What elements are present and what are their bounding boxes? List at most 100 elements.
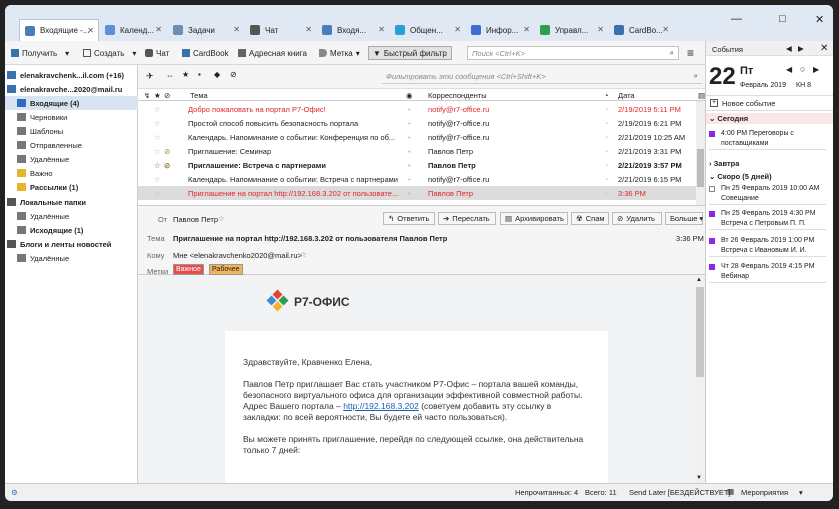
tab-2[interactable]: Задачи ✕ — [168, 19, 244, 41]
tomorrow-label[interactable]: › Завтра — [709, 159, 739, 168]
folder-item-13[interactable]: Удалённые — [5, 251, 138, 265]
junk-icon[interactable]: ◔ — [604, 133, 609, 142]
list-scrollbar[interactable] — [696, 101, 705, 205]
close-tab-icon[interactable]: ✕ — [597, 25, 604, 34]
thread-column-icon[interactable]: ↯ — [144, 91, 150, 100]
scroll-thumb[interactable] — [697, 149, 704, 187]
attachment-icon[interactable]: ⊘ — [230, 70, 237, 79]
chat-button[interactable]: Чат — [145, 46, 169, 60]
star-icon[interactable]: ☆ — [218, 214, 225, 223]
junk-icon[interactable]: ◔ — [604, 119, 609, 128]
to-value[interactable]: Мне <elenakravchenko2020@mail.ru> — [173, 251, 302, 260]
tab-7[interactable]: Управл... ✕ — [535, 19, 608, 41]
message-row[interactable]: ☆ Приглашение на портал http://192.168.3.… — [138, 186, 705, 200]
message-row[interactable]: ☆ ⊘ Приглашение: Семинар • Павлов Петр ◔ 2/21/… — [138, 144, 705, 158]
correspondent-column[interactable]: Корреспонденты — [428, 91, 487, 100]
attachment-column-icon[interactable]: ⊘ — [164, 91, 170, 100]
star-column-icon[interactable]: ★ — [154, 91, 161, 100]
folder-item-5[interactable]: Отправленные — [5, 138, 138, 152]
junk-icon[interactable]: ◔ — [604, 189, 609, 198]
star-icon[interactable]: ☆ — [154, 105, 161, 114]
event-item[interactable]: Чт 28 Февраль 2019 4:15 PM Вебинар — [709, 262, 826, 283]
folder-item-1[interactable]: elenakravche...2020@mail.ru — [5, 82, 138, 96]
folder-item-10[interactable]: Удалённые — [5, 209, 138, 223]
next-icon[interactable]: ▶ — [798, 44, 804, 53]
portal-link[interactable]: http://192.168.3.202 — [343, 401, 419, 411]
compose-button[interactable]: Создать ▾ — [83, 46, 136, 60]
read-dot-icon[interactable]: • — [408, 161, 411, 170]
chevron-down-icon[interactable]: ▾ — [132, 49, 136, 58]
maximize-button[interactable]: □ — [779, 13, 786, 25]
new-event-button[interactable]: + Новое событие — [706, 95, 833, 111]
date-column[interactable]: Дата — [618, 91, 635, 100]
tag-filter-icon[interactable]: ◆ — [214, 70, 220, 79]
filter-input[interactable]: Фильтровать эти сообщения <Ctrl+Shift+K>… — [382, 70, 702, 84]
star-icon[interactable]: ★ — [182, 70, 189, 79]
folder-item-7[interactable]: Важно — [5, 166, 138, 180]
junk-icon[interactable]: ◔ — [604, 105, 609, 114]
close-tab-icon[interactable]: ✕ — [523, 25, 530, 34]
subject-column[interactable]: Тема — [190, 91, 208, 100]
soon-label[interactable]: ⌄ Скоро (5 дней) — [709, 172, 772, 181]
folder-item-4[interactable]: Шаблоны — [5, 124, 138, 138]
folder-item-2[interactable]: Входящие (4) — [5, 96, 138, 110]
star-icon[interactable]: ☆ — [154, 161, 161, 170]
read-dot-icon[interactable]: • — [408, 105, 411, 114]
message-row[interactable]: ☆ ⊘ Приглашение: Встреча с партнерами • Павл… — [138, 158, 705, 172]
junk-column-icon[interactable]: ◔ — [604, 91, 609, 100]
message-row[interactable]: ☆ Календарь. Напоминание о событии: Встре… — [138, 172, 705, 186]
tab-1[interactable]: Календ... ✕ — [100, 19, 166, 41]
forward-button[interactable]: ➔ Переслать — [438, 212, 496, 225]
close-tab-icon[interactable]: ✕ — [155, 25, 162, 34]
tab-4[interactable]: Входя... ✕ — [317, 19, 389, 41]
minimize-button[interactable]: — — [731, 13, 742, 25]
body-scrollbar[interactable]: ▲ ▼ — [695, 275, 705, 483]
tag-work[interactable]: Рабочее — [209, 264, 243, 275]
tab-0[interactable]: Входящие -... ✕ — [19, 19, 99, 41]
delete-button[interactable]: ⊘ Удалить — [612, 212, 662, 225]
tab-6[interactable]: Инфор... ✕ — [466, 19, 534, 41]
spam-button[interactable]: ☢ Спам — [571, 212, 609, 225]
folder-item-9[interactable]: Локальные папки — [5, 195, 138, 209]
folder-item-0[interactable]: elenakravchenk...il.com (+16) — [5, 68, 138, 82]
close-tab-icon[interactable]: ✕ — [87, 26, 94, 35]
more-button[interactable]: Больше ▾ — [665, 212, 703, 225]
star-icon[interactable]: ☆ — [154, 133, 161, 142]
scroll-thumb[interactable] — [696, 287, 704, 377]
star-icon[interactable]: ☆ — [300, 250, 307, 259]
close-tab-icon[interactable]: ✕ — [378, 25, 385, 34]
folder-item-11[interactable]: Исходящие (1) — [5, 223, 138, 237]
chevron-down-icon[interactable]: ▾ — [799, 488, 803, 497]
read-dot-icon[interactable]: • — [408, 189, 411, 198]
folder-item-8[interactable]: Рассылки (1) — [5, 180, 138, 194]
events-toggle[interactable]: Мероприятия — [741, 488, 788, 497]
contact-icon[interactable]: ▪ — [198, 70, 201, 79]
search-input[interactable]: Поиск <Ctrl+K> ⌕ — [467, 46, 679, 60]
read-dot-icon[interactable]: • — [408, 147, 411, 156]
scroll-down-icon[interactable]: ▼ — [696, 475, 702, 481]
tab-5[interactable]: Общен... ✕ — [390, 19, 465, 41]
event-item[interactable]: Пн 25 Февраль 2019 4:30 PM Встреча с Петр… — [709, 209, 826, 230]
message-row[interactable]: ☆ Простой способ повысить безопасность по… — [138, 116, 705, 130]
from-value[interactable]: Павлов Петр — [173, 215, 218, 224]
tab-8[interactable]: CardBo... ✕ — [609, 19, 673, 41]
connection-icon[interactable]: ⚙ — [11, 488, 18, 497]
message-row[interactable]: ☆ Добро пожаловать на портал Р7-Офис! • not… — [138, 102, 705, 116]
star-icon[interactable]: ☆ — [154, 147, 161, 156]
read-dot-icon[interactable]: • — [408, 175, 411, 184]
close-icon[interactable]: ✕ — [820, 43, 828, 54]
quickfilter-button[interactable]: ▼ Быстрый фильтр — [368, 46, 452, 60]
thread-icon[interactable]: ⇔ — [166, 71, 174, 80]
junk-icon[interactable]: ◔ — [604, 147, 609, 156]
receive-button[interactable]: Получить ▾ — [11, 46, 69, 60]
pin-icon[interactable]: ✈ — [146, 71, 154, 82]
tab-3[interactable]: Чат ✕ — [245, 19, 316, 41]
junk-icon[interactable]: ◔ — [604, 175, 609, 184]
reply-button[interactable]: ↰ Ответить — [383, 212, 435, 225]
tag-important[interactable]: Важное — [173, 264, 204, 275]
next-day-icon[interactable]: ▶ — [813, 65, 819, 74]
close-tab-icon[interactable]: ✕ — [662, 25, 669, 34]
menu-icon[interactable]: ≡ — [687, 46, 694, 60]
folder-item-12[interactable]: Блоги и ленты новостей — [5, 237, 138, 251]
prev-day-icon[interactable]: ◀ — [786, 65, 792, 74]
